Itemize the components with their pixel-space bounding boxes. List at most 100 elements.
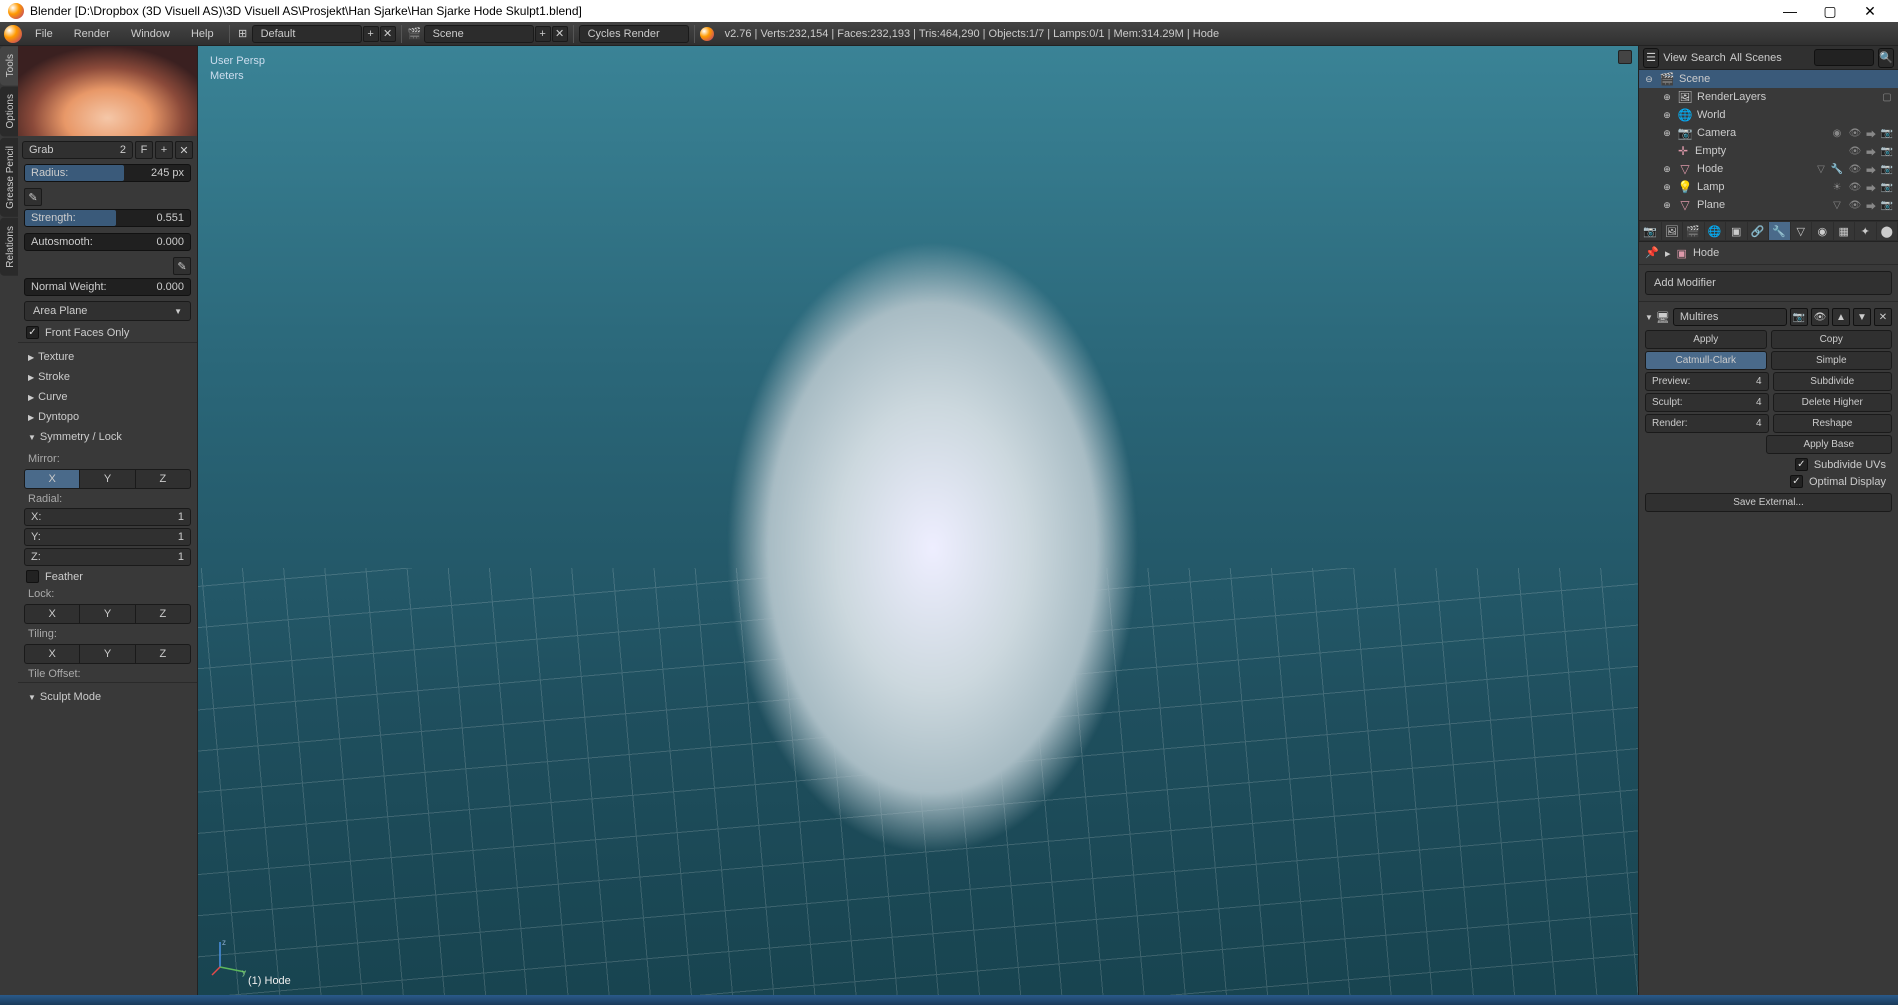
radius-slider[interactable]: Radius: 245 px	[24, 164, 191, 182]
tab-material[interactable]: ◉	[1812, 222, 1833, 240]
minimize-button[interactable]: —	[1770, 0, 1810, 22]
tab-texture[interactable]: ▦	[1834, 222, 1855, 240]
autosmooth-pressure-button[interactable]: ✎	[173, 257, 191, 275]
stroke-panel-header[interactable]: ▶Stroke	[18, 367, 197, 387]
timeline-header[interactable]	[0, 995, 1898, 1005]
blender-icon[interactable]	[4, 25, 22, 43]
scene-icon[interactable]: 🎬	[407, 26, 423, 42]
front-faces-checkbox[interactable]	[26, 326, 39, 339]
modifier-view-toggle[interactable]: 👁	[1811, 308, 1829, 326]
reshape-button[interactable]: Reshape	[1773, 414, 1893, 433]
optimal-display-checkbox[interactable]	[1790, 475, 1803, 488]
tiling-y-button[interactable]: Y	[80, 644, 135, 664]
close-button[interactable]: ✕	[1850, 0, 1890, 22]
radial-y-field[interactable]: Y:1	[24, 528, 191, 546]
strength-slider[interactable]: Strength: 0.551	[24, 209, 191, 227]
outliner-editor-icon[interactable]: ☰	[1643, 48, 1659, 68]
sculpt-level-field[interactable]: Sculpt:4	[1645, 393, 1769, 412]
simple-button[interactable]: Simple	[1771, 351, 1893, 370]
viewport-expand-icon[interactable]	[1618, 50, 1632, 64]
tab-grease-pencil[interactable]: Grease Pencil	[0, 138, 18, 217]
screen-layout-dropdown[interactable]: Default	[252, 25, 362, 43]
dyntopo-panel-header[interactable]: ▶Dyntopo	[18, 407, 197, 427]
tab-modifiers[interactable]: 🔧	[1769, 222, 1790, 240]
brush-fake-user-button[interactable]: F	[135, 141, 153, 159]
modifier-move-up[interactable]: ▲	[1832, 308, 1850, 326]
tab-render-layers[interactable]: 🖼	[1662, 222, 1683, 240]
mirror-z-button[interactable]: Z	[136, 469, 191, 489]
tab-particles[interactable]: ✦	[1855, 222, 1876, 240]
autosmooth-slider[interactable]: Autosmooth: 0.000	[24, 233, 191, 251]
render-engine-dropdown[interactable]: Cycles Render	[579, 25, 689, 43]
preview-level-field[interactable]: Preview:4	[1645, 372, 1769, 391]
outliner-hode-row[interactable]: ⊕ ▽ Hode ▽🔧 👁⮕📷	[1639, 160, 1898, 178]
modifier-render-toggle[interactable]: 📷	[1790, 308, 1808, 326]
brush-preview[interactable]	[18, 46, 197, 136]
mirror-y-button[interactable]: Y	[80, 469, 135, 489]
outliner-scene-row[interactable]: ⊖🎬 Scene	[1639, 70, 1898, 88]
sculpt-plane-dropdown[interactable]: Area Plane▼	[24, 301, 191, 321]
outliner-plane-row[interactable]: ⊕ ▽ Plane ▽ 👁⮕📷	[1639, 196, 1898, 214]
apply-base-button[interactable]: Apply Base	[1766, 435, 1893, 454]
outliner-view-menu[interactable]: View	[1663, 52, 1687, 64]
render-level-field[interactable]: Render:4	[1645, 414, 1769, 433]
lock-z-button[interactable]: Z	[136, 604, 191, 624]
add-modifier-button[interactable]: Add Modifier	[1645, 271, 1892, 295]
feather-checkbox[interactable]	[26, 570, 39, 583]
texture-panel-header[interactable]: ▶Texture	[18, 347, 197, 367]
subdivide-uvs-checkbox[interactable]	[1795, 458, 1808, 471]
outliner-filter-dropdown[interactable]: All Scenes	[1730, 52, 1810, 64]
tab-constraints[interactable]: 🔗	[1748, 222, 1769, 240]
tab-relations[interactable]: Relations	[0, 218, 18, 276]
tiling-x-button[interactable]: X	[24, 644, 80, 664]
menu-window[interactable]: Window	[121, 25, 180, 43]
radial-z-field[interactable]: Z:1	[24, 548, 191, 566]
curve-panel-header[interactable]: ▶Curve	[18, 387, 197, 407]
modifier-move-down[interactable]: ▼	[1853, 308, 1871, 326]
tiling-z-button[interactable]: Z	[136, 644, 191, 664]
modifier-name-field[interactable]: Multires	[1673, 308, 1787, 326]
brush-add-button[interactable]: +	[155, 141, 173, 159]
outliner-search-input[interactable]	[1814, 49, 1874, 66]
outliner-search-menu[interactable]: Search	[1691, 52, 1726, 64]
scene-dropdown[interactable]: Scene	[424, 25, 534, 43]
modifier-delete[interactable]: ✕	[1874, 308, 1892, 326]
remove-scene-button[interactable]: ✕	[552, 26, 568, 42]
tab-options[interactable]: Options	[0, 86, 18, 136]
tab-physics[interactable]: ⬤	[1877, 222, 1898, 240]
brush-remove-button[interactable]: ✕	[175, 141, 193, 159]
normal-weight-slider[interactable]: Normal Weight: 0.000	[24, 278, 191, 296]
outliner-lamp-row[interactable]: ⊕ 💡 Lamp ☀ 👁⮕📷	[1639, 178, 1898, 196]
tab-render[interactable]: 📷	[1640, 222, 1661, 240]
copy-button[interactable]: Copy	[1771, 330, 1893, 349]
outliner-camera-row[interactable]: ⊕ 📷 Camera ◉ 👁⮕📷	[1639, 124, 1898, 142]
menu-file[interactable]: File	[25, 25, 63, 43]
remove-layout-button[interactable]: ✕	[380, 26, 396, 42]
tab-object[interactable]: ▣	[1726, 222, 1747, 240]
outliner-renderlayers-row[interactable]: ⊕ 🖼 RenderLayers ▢	[1639, 88, 1898, 106]
maximize-button[interactable]: ▢	[1810, 0, 1850, 22]
add-scene-button[interactable]: +	[535, 26, 551, 42]
menu-render[interactable]: Render	[64, 25, 120, 43]
delete-higher-button[interactable]: Delete Higher	[1773, 393, 1893, 412]
3d-viewport[interactable]: User Persp Meters z y (1) Hode	[198, 46, 1638, 995]
subdivide-button[interactable]: Subdivide	[1773, 372, 1893, 391]
sculpt-mode-panel-header[interactable]: ▼Sculpt Mode	[18, 687, 197, 707]
menu-help[interactable]: Help	[181, 25, 224, 43]
add-layout-button[interactable]: +	[363, 26, 379, 42]
tab-world[interactable]: 🌐	[1705, 222, 1726, 240]
brush-name-field[interactable]: Grab2	[22, 141, 133, 159]
outliner-empty-row[interactable]: ✛ Empty 👁⮕📷	[1639, 142, 1898, 160]
outliner-world-row[interactable]: ⊕ 🌐 World	[1639, 106, 1898, 124]
outliner-filter-button[interactable]: 🔍	[1878, 48, 1894, 68]
apply-button[interactable]: Apply	[1645, 330, 1767, 349]
pin-icon[interactable]: 📌	[1645, 246, 1659, 260]
tab-tools[interactable]: Tools	[0, 46, 18, 85]
screen-layout-icon[interactable]: ⊞	[235, 26, 251, 42]
symmetry-panel-header[interactable]: ▼Symmetry / Lock	[18, 427, 197, 447]
radial-x-field[interactable]: X:1	[24, 508, 191, 526]
tab-data[interactable]: ▽	[1791, 222, 1812, 240]
catmull-clark-button[interactable]: Catmull-Clark	[1645, 351, 1767, 370]
lock-x-button[interactable]: X	[24, 604, 80, 624]
radius-pressure-button[interactable]: ✎	[24, 188, 42, 206]
